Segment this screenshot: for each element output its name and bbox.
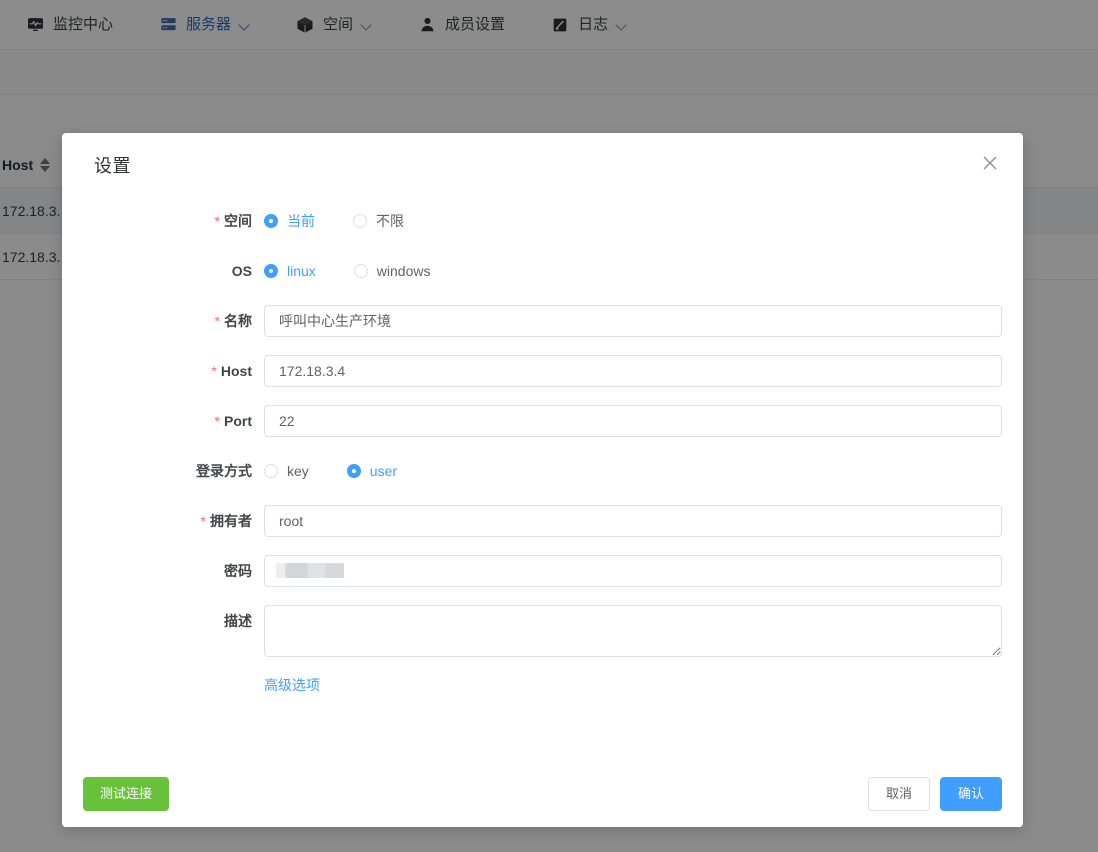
footer-actions: 取消 确认 <box>867 776 1002 811</box>
radio-label: 当前 <box>287 213 315 229</box>
password-redaction-overlay <box>276 563 344 578</box>
radio-login-user[interactable]: user <box>346 463 398 479</box>
label-host-text: Host <box>220 363 252 379</box>
form-row-owner: * 拥有者 <box>62 505 1023 537</box>
label-port: * Port <box>62 405 264 437</box>
dialog-body: * 空间 当前 不限 OS linux windows * 名称 呼叫中心生产环… <box>62 197 1023 793</box>
description-textarea[interactable] <box>264 605 1002 657</box>
control-name <box>264 305 1023 337</box>
label-name-text: 名称 <box>224 313 252 329</box>
host-input[interactable] <box>264 355 1002 387</box>
control-os: linux windows <box>264 255 1023 287</box>
form-row-os: OS linux windows <box>62 255 1023 287</box>
form-row-name: * 名称 <box>62 305 1023 337</box>
label-password-text: 密码 <box>224 563 252 579</box>
label-space-text: 空间 <box>224 213 252 229</box>
label-password: 密码 <box>62 555 264 587</box>
required-marker: * <box>200 513 206 529</box>
required-marker: * <box>214 413 220 429</box>
required-marker: * <box>214 313 220 329</box>
radio-group-login-method: key user <box>264 455 1002 487</box>
test-connection-button[interactable]: 测试连接 <box>83 776 170 811</box>
name-input[interactable] <box>264 305 1002 337</box>
control-login-method: key user <box>264 455 1023 487</box>
radio-label: linux <box>287 263 316 279</box>
label-login-method: 登录方式 <box>62 455 264 487</box>
label-owner-text: 拥有者 <box>210 513 252 529</box>
radio-dot-icon <box>353 264 368 278</box>
radio-space-unlimited[interactable]: 不限 <box>353 214 404 228</box>
form-row-host: * Host <box>62 355 1023 387</box>
radio-os-linux[interactable]: linux <box>264 264 316 278</box>
confirm-button[interactable]: 确认 <box>939 776 1002 811</box>
owner-input[interactable] <box>264 505 1002 537</box>
label-port-text: Port <box>224 413 252 429</box>
form-row-description: 描述 <box>62 605 1023 657</box>
radio-dot-icon <box>346 464 361 478</box>
radio-login-key[interactable]: key <box>264 464 309 478</box>
control-owner <box>264 505 1023 537</box>
close-icon[interactable] <box>979 152 1001 174</box>
label-host: * Host <box>62 355 264 387</box>
port-input[interactable] <box>264 405 1002 437</box>
form-row-port: * Port <box>62 405 1023 437</box>
password-wrapper <box>264 555 1002 587</box>
label-space: * 空间 <box>62 205 264 237</box>
label-description: 描述 <box>62 605 264 637</box>
radio-label: user <box>369 463 398 479</box>
form-row-login-method: 登录方式 key user <box>62 455 1023 487</box>
control-host <box>264 355 1023 387</box>
required-marker: * <box>211 363 217 379</box>
settings-dialog: 设置 * 空间 当前 不限 OS linux windows * 名称 呼叫中心… <box>62 133 1023 827</box>
control-description <box>264 605 1023 657</box>
radio-label: 不限 <box>376 213 404 229</box>
control-password <box>264 555 1023 587</box>
label-owner: * 拥有者 <box>62 505 264 537</box>
advanced-options-link[interactable]: 高级选项 <box>264 675 320 695</box>
label-login-method-text: 登录方式 <box>196 463 252 479</box>
label-os: OS <box>62 255 264 287</box>
label-os-text: OS <box>231 263 252 279</box>
form-row-space: * 空间 当前 不限 <box>62 205 1023 237</box>
radio-os-windows[interactable]: windows <box>353 263 431 279</box>
label-name: * 名称 <box>62 305 264 337</box>
radio-dot-icon <box>353 214 367 228</box>
radio-group-os: linux windows <box>264 255 1002 287</box>
radio-group-space: 当前 不限 <box>264 205 1002 237</box>
radio-label: key <box>287 463 309 479</box>
dialog-footer: 测试连接 取消 确认 <box>62 760 1023 827</box>
form-row-password: 密码 <box>62 555 1023 587</box>
required-marker: * <box>214 213 220 229</box>
form-row-advanced: 高级选项 <box>62 675 1023 695</box>
password-input[interactable] <box>264 555 1002 587</box>
control-port <box>264 405 1023 437</box>
radio-dot-icon <box>264 264 278 278</box>
label-description-text: 描述 <box>224 613 252 629</box>
dialog-title: 设置 <box>94 156 131 176</box>
radio-space-current[interactable]: 当前 <box>264 214 315 228</box>
radio-dot-icon <box>264 214 278 228</box>
dialog-header: 设置 <box>62 133 1023 197</box>
cancel-button[interactable]: 取消 <box>867 776 930 811</box>
control-advanced: 高级选项 <box>264 675 1023 695</box>
control-space: 当前 不限 <box>264 205 1023 237</box>
radio-label: windows <box>376 263 431 279</box>
radio-dot-icon <box>264 464 278 478</box>
